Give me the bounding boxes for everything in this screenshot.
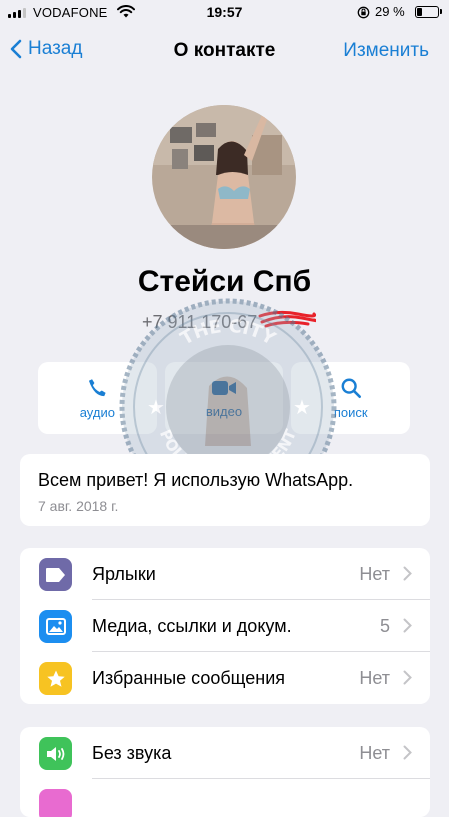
quick-actions: аудио видео поиск [38, 362, 411, 434]
video-call-button[interactable]: видео [164, 362, 284, 434]
notifications-group: Без звука Нет [20, 727, 430, 817]
media-image-icon [39, 610, 72, 643]
action-label: видео [205, 403, 243, 419]
row-value: Нет [359, 743, 390, 763]
about-text: Всем привет! Я использую WhatsApp. [38, 470, 354, 490]
next-row-partial[interactable] [20, 779, 430, 817]
search-button[interactable]: поиск [291, 362, 411, 434]
labels-row[interactable]: Ярлыки Нет [20, 548, 430, 600]
chevron-right-icon [403, 618, 412, 633]
contact-avatar[interactable] [152, 105, 296, 249]
starred-messages-row[interactable]: Избранные сообщения Нет [20, 652, 430, 704]
row-label: Избранные сообщения [92, 668, 286, 688]
action-label: поиск [333, 404, 368, 420]
row-value: 5 [379, 616, 390, 636]
navigation-bar: Назад О контакте Изменить [0, 34, 449, 68]
chevron-right-icon [403, 566, 412, 581]
contact-name: Стейси Спб [137, 265, 312, 298]
contact-phone[interactable]: +7 911 170-67 [142, 312, 257, 333]
wallpaper-icon [39, 789, 72, 817]
status-bar: VODAFONE 19:57 29 % [0, 0, 449, 26]
avatar-photo [152, 105, 296, 249]
action-label: аудио [79, 404, 115, 420]
row-label: Ярлыки [92, 564, 156, 584]
row-label: Без звука [92, 743, 172, 763]
battery-icon [415, 6, 442, 18]
chevron-right-icon [403, 670, 412, 685]
search-icon [341, 378, 361, 398]
video-icon [212, 380, 236, 395]
media-row[interactable]: Медиа, ссылки и докум. 5 [20, 600, 430, 652]
audio-call-button[interactable]: аудио [38, 362, 157, 434]
mute-row[interactable]: Без звука Нет [20, 727, 430, 779]
edit-button[interactable]: Изменить [343, 40, 429, 62]
options-group: Ярлыки Нет Медиа, ссылки и докум. 5 Избр… [20, 548, 430, 704]
row-label: Медиа, ссылки и докум. [92, 616, 292, 636]
about-date: 7 авг. 2018 г. [38, 498, 119, 514]
speaker-icon [39, 737, 72, 770]
row-value: Нет [359, 564, 390, 584]
label-tag-icon [39, 558, 72, 591]
about-card[interactable]: Всем привет! Я использую WhatsApp. 7 авг… [20, 454, 430, 526]
star-icon [39, 662, 72, 695]
phone-icon [89, 378, 106, 396]
redaction-scribble [258, 310, 316, 328]
battery-percentage: 29 % [375, 4, 405, 19]
chevron-right-icon [403, 745, 412, 760]
row-value: Нет [359, 668, 390, 688]
rotation-lock-icon [357, 6, 370, 19]
